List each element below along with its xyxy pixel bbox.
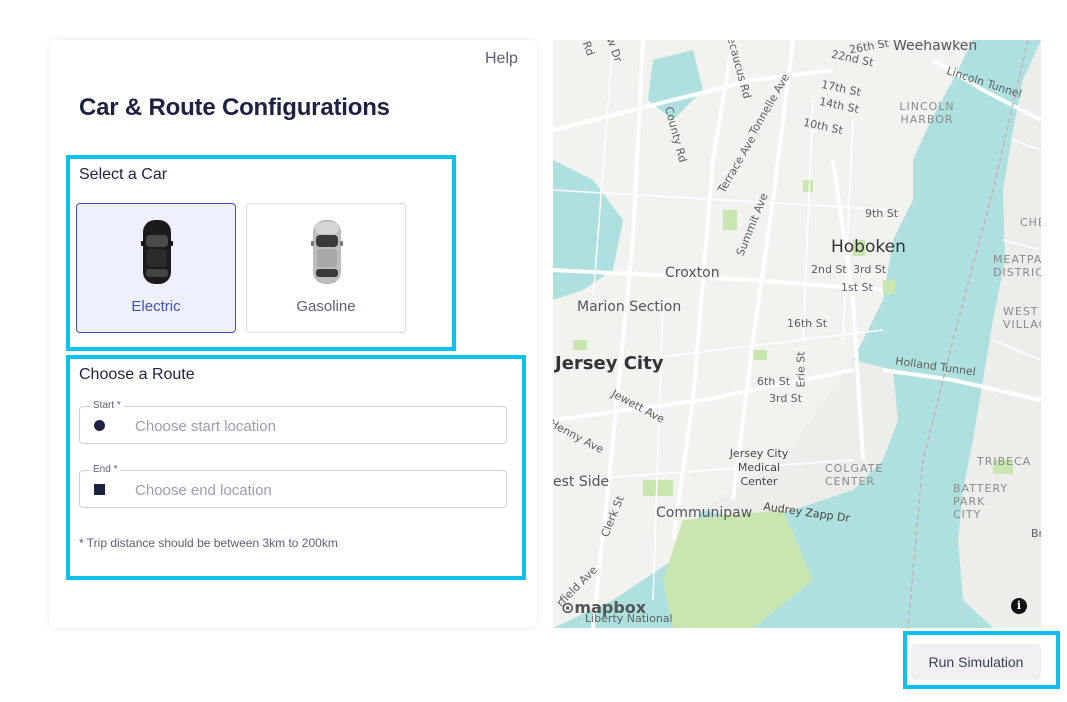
gasoline-car-icon [311, 220, 343, 284]
map-label-6th-st: 6th St [757, 375, 791, 388]
help-link[interactable]: Help [485, 50, 518, 68]
start-location-field: Start * [79, 400, 507, 444]
end-location-field: End * [79, 464, 507, 508]
end-location-input[interactable] [135, 479, 495, 501]
map-label-west-side: est Side [553, 474, 610, 490]
start-location-input[interactable] [135, 415, 495, 437]
map-label-3rd-st-jc: 3rd St [769, 392, 803, 405]
park-8 [573, 340, 587, 350]
map-label-battery-park: BATTERY PARK CITY [953, 482, 1009, 521]
park-6 [883, 280, 895, 294]
map-label-croxton: Croxton [665, 265, 720, 281]
map-label-hoboken: Hoboken [831, 237, 906, 257]
start-marker-icon [94, 420, 105, 431]
park-3 [803, 180, 813, 192]
map-label-2nd-st: 2nd St [811, 263, 847, 276]
car-option-label: Electric [131, 298, 181, 315]
map-label-west-village: WEST VILLAGI [1003, 305, 1041, 331]
map-label-marion-section: Marion Section [577, 299, 682, 315]
electric-car-icon [141, 220, 173, 284]
map-label-medical-center: Jersey City Medical Center [729, 447, 789, 488]
map-label-br: Br [1031, 527, 1041, 540]
car-option-gasoline[interactable]: Gasoline [246, 203, 406, 333]
park-4 [643, 480, 673, 496]
mapbox-attribution: mapbox [574, 598, 647, 617]
map-label-lincoln-harbor: LINCOLN HARBOR [899, 100, 955, 126]
car-section-label: Select a Car [79, 166, 168, 183]
map-view[interactable]: Weehawken Lincoln Tunnel LINCOLN HARBOR … [553, 40, 1041, 628]
map-label-16th-st: 16th St [787, 317, 828, 330]
map-label-9th-st: 9th St [865, 207, 899, 220]
map-canvas[interactable] [553, 40, 1041, 628]
end-field-label: End * [90, 464, 121, 475]
mapbox-logo[interactable]: ⊙mapbox [561, 598, 646, 617]
run-simulation-button[interactable]: Run Simulation [911, 644, 1041, 680]
page-title: Car & Route Configurations [79, 94, 390, 121]
start-field-label: Start * [90, 400, 124, 411]
map-label-weehawken: Weehawken [893, 40, 978, 54]
park-5 [753, 350, 767, 360]
map-label-1st-st: 1st St [841, 281, 873, 294]
info-icon[interactable]: i [1011, 598, 1027, 614]
park-1 [723, 210, 737, 230]
route-section-label: Choose a Route [79, 366, 195, 383]
map-label-jersey-city: Jersey City [555, 353, 664, 374]
end-marker-icon [94, 484, 105, 495]
map-label-erie-st: Erie St [794, 351, 808, 388]
trip-distance-note: * Trip distance should be between 3km to… [79, 536, 338, 550]
map-label-3rd-st: 3rd St [853, 263, 887, 276]
map-label-meatpacking: MEATPACKIN DISTRICT [993, 253, 1041, 279]
map-label-communipaw: Communipaw [656, 505, 753, 521]
map-label-che: CHE [1020, 216, 1041, 229]
map-label-tribeca: TRIBECA [977, 455, 1032, 468]
car-option-label: Gasoline [296, 298, 356, 315]
map-label-colgate: COLGATE CENTER [825, 462, 884, 488]
car-option-electric[interactable]: Electric [76, 203, 236, 333]
